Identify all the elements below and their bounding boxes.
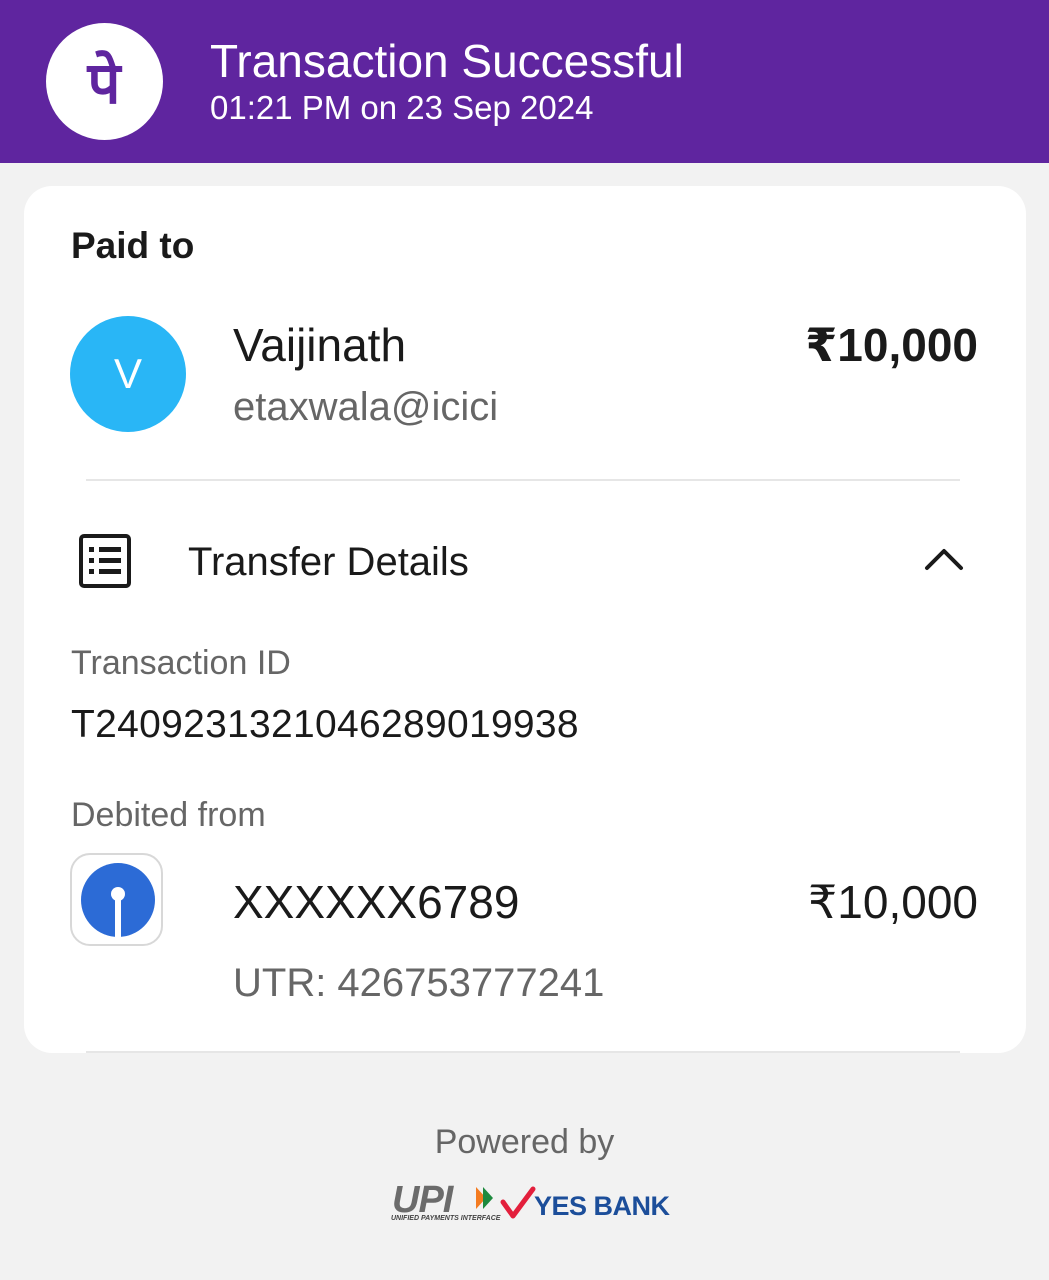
upi-tagline: UNIFIED PAYMENTS INTERFACE: [391, 1215, 501, 1222]
transfer-details-title[interactable]: Transfer Details: [188, 538, 469, 586]
paid-amount: ₹10,000: [805, 319, 978, 371]
transaction-status-title: Transaction Successful: [210, 35, 684, 87]
receipt-icon: [78, 533, 132, 594]
header-bar: पे Transaction Successful 01:21 PM on 23…: [0, 0, 1049, 163]
yes-bank-tick-icon: [500, 1186, 536, 1219]
transaction-id-label: Transaction ID: [71, 644, 291, 682]
utr-number: UTR: 426753777241: [233, 961, 605, 1005]
section-divider: [86, 479, 960, 481]
powered-by-label: Powered by: [434, 1123, 615, 1161]
transaction-id-value: T2409231321046289019938: [71, 703, 579, 746]
payee-upi-id: etaxwala@icici: [233, 385, 499, 429]
debited-from-label: Debited from: [71, 796, 266, 834]
upi-arrow-icon: [476, 1187, 493, 1209]
phonepe-logo-icon: पे: [46, 23, 163, 140]
sbi-bank-icon: [70, 853, 163, 946]
paid-to-label: Paid to: [71, 225, 195, 266]
debit-account-number: XXXXXX6789: [233, 876, 520, 928]
payee-name: Vaijinath: [233, 319, 407, 371]
payee-avatar: V: [70, 316, 186, 432]
chevron-up-icon[interactable]: [922, 543, 966, 578]
phonepe-logo-glyph: पे: [87, 49, 123, 117]
yes-bank-logo: YES BANK: [534, 1191, 670, 1221]
footer-divider: [86, 1051, 960, 1053]
transaction-timestamp: 01:21 PM on 23 Sep 2024: [210, 89, 594, 126]
debited-amount: ₹10,000: [808, 876, 978, 928]
